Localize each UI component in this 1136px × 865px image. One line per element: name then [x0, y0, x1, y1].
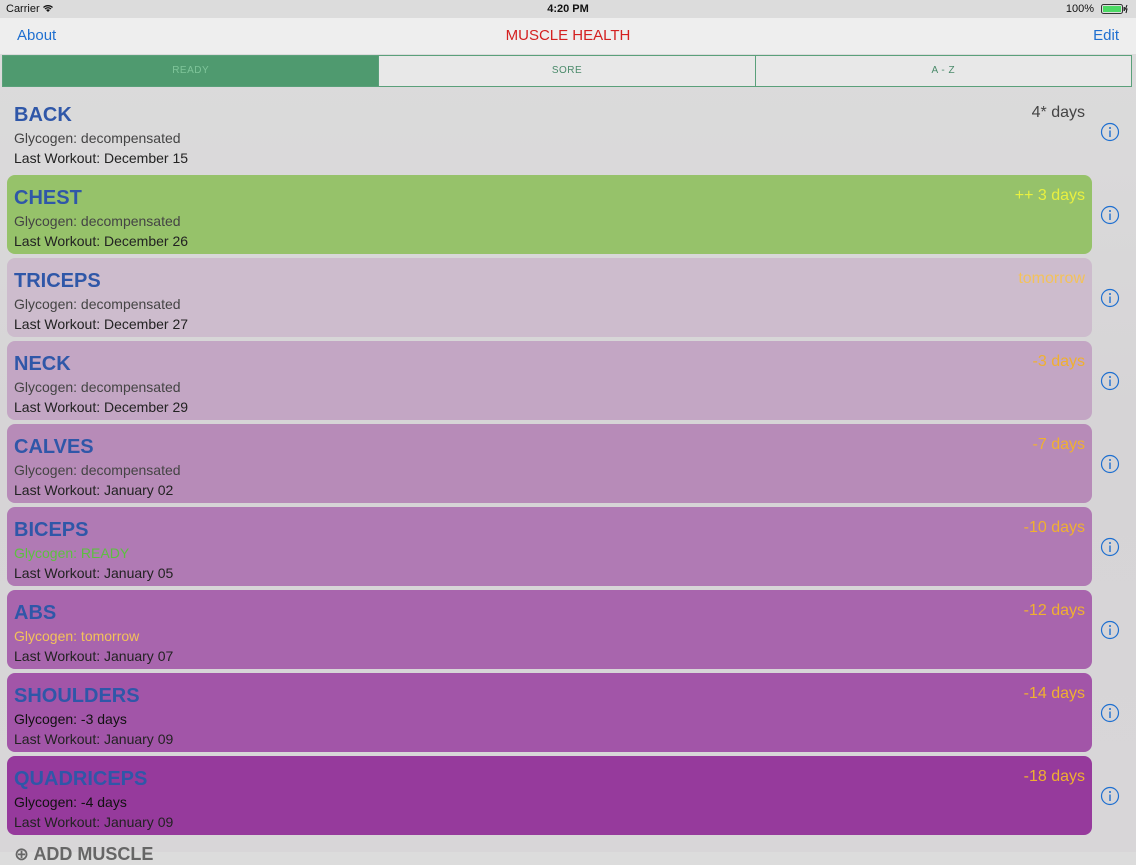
glycogen-status: Glycogen: tomorrow [14, 628, 140, 644]
last-workout: Last Workout: January 09 [14, 814, 174, 830]
battery-icon [1101, 4, 1128, 14]
page-title: MUSCLE HEALTH [505, 27, 631, 44]
last-workout: Last Workout: December 27 [14, 316, 189, 332]
muscle-name: CALVES [14, 436, 94, 458]
muscle-name: BACK [14, 104, 72, 126]
last-workout: Last Workout: December 29 [14, 399, 189, 415]
recovery-days: -10 days [1023, 519, 1085, 536]
status-bar: Carrier 4:20 PM 100% [0, 0, 1136, 18]
segment-sore[interactable]: SORE [379, 56, 756, 86]
status-time: 4:20 PM [547, 3, 589, 15]
info-icon[interactable] [1100, 288, 1120, 308]
muscle-name: TRICEPS [14, 270, 101, 292]
last-workout: Last Workout: January 02 [14, 482, 174, 498]
muscle-name: QUADRICEPS [14, 768, 148, 790]
muscle-row-back[interactable]: BACK Glycogen: decompensated Last Workou… [7, 92, 1092, 171]
glycogen-status: Glycogen: decompensated [14, 296, 181, 312]
glycogen-status: Glycogen: -3 days [14, 711, 127, 727]
info-icon[interactable] [1100, 205, 1120, 225]
navigation-bar: About MUSCLE HEALTH Edit [0, 18, 1136, 54]
info-icon[interactable] [1100, 371, 1120, 391]
muscle-name: CHEST [14, 187, 82, 209]
add-icon: ⊕ [14, 844, 30, 864]
recovery-days: -7 days [1032, 436, 1085, 453]
info-icon[interactable] [1100, 703, 1120, 723]
muscle-row-chest[interactable]: CHEST Glycogen: decompensated Last Worko… [7, 175, 1092, 254]
segment-ready[interactable]: READY [3, 56, 380, 86]
glycogen-status: Glycogen: READY [14, 545, 130, 561]
add-muscle-label: ADD MUSCLE [33, 844, 154, 864]
glycogen-status: Glycogen: decompensated [14, 130, 181, 146]
recovery-days: -14 days [1023, 685, 1085, 702]
info-icon[interactable] [1100, 620, 1120, 640]
muscle-row-neck[interactable]: NECK Glycogen: decompensated Last Workou… [7, 341, 1092, 420]
glycogen-status: Glycogen: decompensated [14, 213, 181, 229]
muscle-name: ABS [14, 602, 57, 624]
info-icon[interactable] [1100, 122, 1120, 142]
muscle-name: SHOULDERS [14, 685, 140, 707]
last-workout: Last Workout: January 05 [14, 565, 174, 581]
muscle-row-triceps[interactable]: TRICEPS Glycogen: decompensated Last Wor… [7, 258, 1092, 337]
info-icon[interactable] [1100, 786, 1120, 806]
muscle-row-shoulders[interactable]: SHOULDERS Glycogen: -3 days Last Workout… [7, 673, 1092, 752]
sort-segmented-control: READY SORE A - Z [2, 55, 1132, 87]
muscle-name: NECK [14, 353, 71, 375]
about-button[interactable]: About [17, 27, 56, 44]
muscle-name: BICEPS [14, 519, 89, 541]
glycogen-status: Glycogen: -4 days [14, 794, 127, 810]
recovery-days: -18 days [1023, 768, 1085, 785]
muscle-row-biceps[interactable]: BICEPS Glycogen: READY Last Workout: Jan… [7, 507, 1092, 586]
recovery-days: -12 days [1023, 602, 1085, 619]
last-workout: Last Workout: January 07 [14, 648, 174, 664]
status-battery-percent: 100% [1065, 3, 1094, 15]
muscle-row-abs[interactable]: ABS Glycogen: tomorrow Last Workout: Jan… [7, 590, 1092, 669]
edit-button[interactable]: Edit [1093, 27, 1119, 44]
segment-a-z[interactable]: A - Z [756, 56, 1131, 86]
add-muscle-row[interactable]: ⊕ ADD MUSCLE [14, 844, 153, 865]
last-workout: Last Workout: January 09 [14, 731, 174, 747]
muscle-row-quadriceps[interactable]: QUADRICEPS Glycogen: -4 days Last Workou… [7, 756, 1092, 835]
recovery-days: 4* days [1031, 104, 1085, 121]
info-icon[interactable] [1100, 454, 1120, 474]
recovery-days: tomorrow [1018, 270, 1085, 287]
recovery-days: -3 days [1032, 353, 1085, 370]
glycogen-status: Glycogen: decompensated [14, 379, 181, 395]
last-workout: Last Workout: December 26 [14, 233, 189, 249]
recovery-days: ++ 3 days [1014, 187, 1085, 204]
glycogen-status: Glycogen: decompensated [14, 462, 181, 478]
last-workout: Last Workout: December 15 [14, 150, 189, 166]
muscle-row-calves[interactable]: CALVES Glycogen: decompensated Last Work… [7, 424, 1092, 503]
info-icon[interactable] [1100, 537, 1120, 557]
